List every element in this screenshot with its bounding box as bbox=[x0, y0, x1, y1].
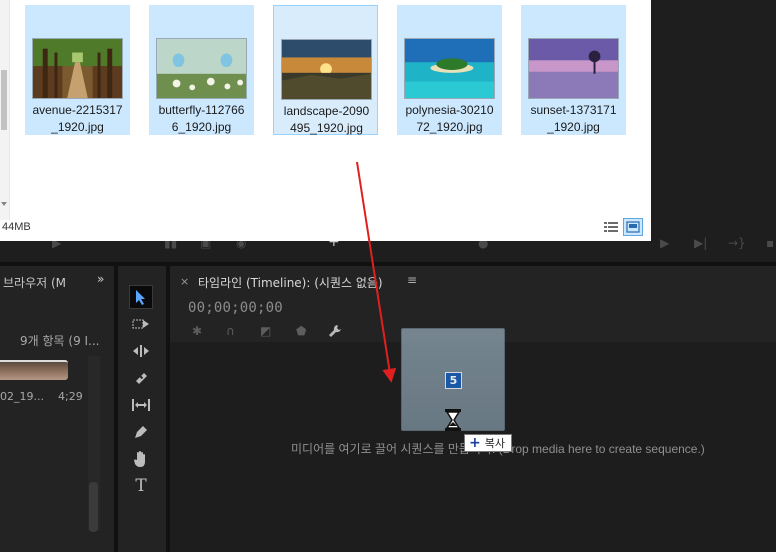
linked-selection-icon[interactable]: ◩ bbox=[260, 324, 271, 338]
snap-icon[interactable]: ∩ bbox=[226, 324, 235, 338]
copy-label: 복사 bbox=[484, 437, 505, 450]
close-tab-icon[interactable]: × bbox=[180, 275, 189, 288]
thumbnail-landscape bbox=[281, 39, 372, 100]
item-count: 9개 항목 (9 I... bbox=[20, 334, 100, 348]
add-marker-icon[interactable]: ⬟ bbox=[296, 324, 306, 338]
file-name: butterfly-112766 6_1920.jpg bbox=[158, 103, 245, 134]
hand-icon[interactable] bbox=[129, 447, 153, 471]
razor-icon[interactable] bbox=[129, 366, 153, 390]
scroll-down-arrow-icon[interactable] bbox=[1, 202, 7, 206]
file-explorer-window: avenue-2215317 _1920.jpg butterfly-112766… bbox=[0, 0, 651, 241]
copy-plus-icon: + bbox=[469, 435, 481, 451]
thumbnail-polynesia bbox=[404, 38, 495, 99]
go-to-out-icon[interactable]: →} bbox=[728, 236, 746, 250]
clip-duration: 4;29 bbox=[58, 390, 83, 403]
step-forward-icon[interactable]: ▶| bbox=[694, 236, 707, 250]
tools-panel: T bbox=[118, 266, 166, 552]
slip-icon[interactable] bbox=[129, 393, 153, 417]
file-item-avenue[interactable]: avenue-2215317 _1920.jpg bbox=[25, 5, 130, 135]
thumbnail-butterfly bbox=[156, 38, 247, 99]
clip-name: 02_19... bbox=[0, 390, 44, 403]
large-icons-view-icon[interactable] bbox=[623, 218, 643, 236]
selection-tool-icon[interactable] bbox=[129, 285, 153, 309]
file-item-sunset[interactable]: sunset-1373171 _1920.jpg bbox=[521, 5, 626, 135]
status-size: 44MB bbox=[2, 221, 31, 233]
ripple-edit-icon[interactable] bbox=[129, 339, 153, 363]
panel-menu-icon[interactable]: ≡ bbox=[407, 273, 417, 287]
camera-icon[interactable]: ▪ bbox=[766, 236, 774, 250]
nest-icon[interactable]: ✱ bbox=[192, 324, 202, 338]
file-item-butterfly[interactable]: butterfly-112766 6_1920.jpg bbox=[149, 5, 254, 135]
file-name: landscape-2090 495_1920.jpg bbox=[283, 104, 370, 135]
more-panels-icon[interactable]: » bbox=[97, 272, 104, 286]
file-name: polynesia-30210 72_1920.jpg bbox=[405, 103, 494, 134]
file-item-polynesia[interactable]: polynesia-30210 72_1920.jpg bbox=[397, 5, 502, 135]
type-icon[interactable]: T bbox=[129, 474, 153, 498]
pen-icon[interactable] bbox=[129, 420, 153, 444]
wrench-icon[interactable] bbox=[328, 324, 342, 341]
scrollbar-thumb[interactable] bbox=[1, 70, 7, 130]
file-item-landscape[interactable]: landscape-2090 495_1920.jpg bbox=[273, 5, 378, 135]
copy-tooltip: + 복사 bbox=[464, 434, 512, 452]
thumbnail-sunset bbox=[528, 38, 619, 99]
timecode[interactable]: 00;00;00;00 bbox=[188, 300, 283, 316]
clip-thumbnail[interactable] bbox=[0, 360, 68, 380]
details-view-icon[interactable] bbox=[601, 218, 621, 236]
program-play-icon[interactable]: ▶ bbox=[660, 236, 669, 250]
explorer-scrollbar[interactable] bbox=[0, 0, 10, 220]
file-name: sunset-1373171 _1920.jpg bbox=[530, 103, 617, 134]
panel-title[interactable]: 브라우저 (M bbox=[3, 274, 66, 291]
drag-count-badge: 5 bbox=[445, 372, 462, 389]
file-name: avenue-2215317 _1920.jpg bbox=[32, 103, 123, 134]
project-browser-panel: 브라우저 (M » 9개 항목 (9 I... 02_19... 4;29 bbox=[0, 266, 114, 552]
timeline-title[interactable]: 타임라인 (Timeline): (시퀀스 없음) bbox=[198, 274, 383, 291]
track-select-forward-icon[interactable] bbox=[129, 312, 153, 336]
thumbnail-avenue bbox=[32, 38, 123, 99]
hourglass-cursor-icon bbox=[445, 409, 461, 431]
scrollbar-thumb[interactable] bbox=[89, 482, 98, 532]
